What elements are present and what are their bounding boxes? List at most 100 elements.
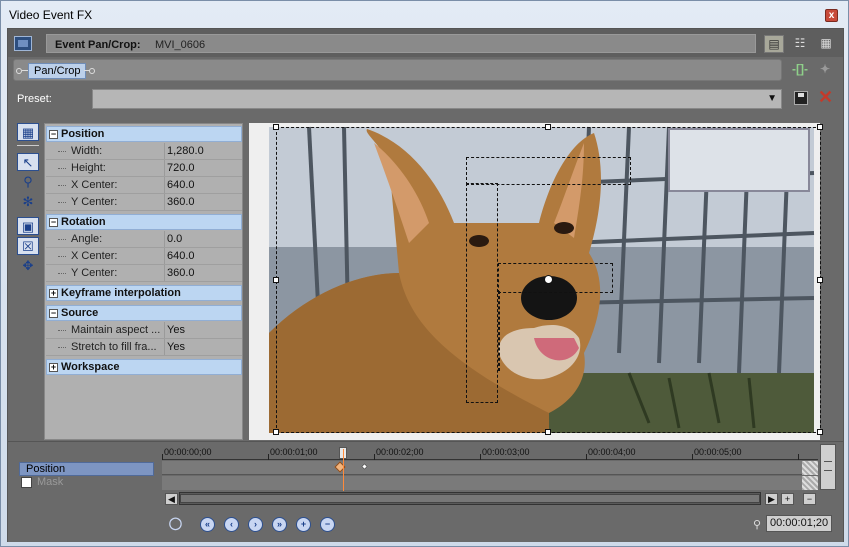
property-row: Width: 1,280.0 (46, 143, 242, 160)
view-tiles-button[interactable]: ▦ (816, 35, 836, 53)
resize-handle-bottom-right[interactable] (817, 429, 823, 435)
workspace-category[interactable]: + Workspace (46, 359, 242, 375)
expand-icon[interactable]: + (49, 363, 58, 372)
view-list-button[interactable]: ☷ (790, 35, 810, 53)
x-center-value[interactable]: 640.0 (164, 177, 242, 193)
property-row: Y Center: 360.0 (46, 194, 242, 211)
sync-cursor-icon[interactable]: ⚲ (753, 518, 761, 531)
plugin-chain-icon[interactable]: -[]- (791, 62, 809, 76)
property-name: Angle: (71, 233, 103, 245)
vertical-zoom-scrollbar[interactable] (820, 444, 836, 490)
width-value[interactable]: 1,280.0 (164, 143, 242, 159)
chain-end-dot (89, 68, 95, 74)
property-grid: − Position Width: 1,280.0 Height: 720.0 X … (44, 123, 243, 440)
keyframe-marker[interactable] (360, 462, 369, 471)
move-freely-icon[interactable]: ▣ (17, 217, 39, 235)
property-row: Angle: 0.0 (46, 231, 242, 248)
height-value[interactable]: 720.0 (164, 160, 242, 176)
delete-preset-icon[interactable]: ✕ (818, 87, 833, 108)
ruler-tick (374, 454, 375, 460)
snap-tool-icon[interactable]: ✻ (17, 193, 39, 211)
dropdown-arrow-icon[interactable]: ▼ (767, 93, 777, 104)
last-keyframe-button[interactable]: » (272, 517, 287, 532)
zoom-tool-icon[interactable]: ⚲ (17, 173, 39, 191)
category-label: Keyframe interpolation (61, 287, 181, 299)
resize-handle-top[interactable] (545, 124, 551, 130)
add-keyframe-button[interactable]: + (296, 517, 311, 532)
preview-workspace[interactable] (249, 123, 823, 440)
resize-handle-right[interactable] (817, 277, 823, 283)
scroll-right-button[interactable]: ▶ (765, 493, 778, 505)
property-name: Stretch to fill fra... (71, 341, 157, 353)
source-category[interactable]: − Source (46, 305, 242, 321)
center-point-handle[interactable] (544, 275, 553, 284)
property-name: Maintain aspect ... (71, 324, 161, 336)
video-fx-icon[interactable] (14, 36, 32, 51)
event-name: MVI_0606 (155, 39, 206, 51)
ruler-label: 00:00:04;00 (588, 447, 636, 457)
pan-crop-plugin-button[interactable]: Pan/Crop (28, 63, 87, 79)
rotation-y-center-value[interactable]: 360.0 (164, 265, 242, 281)
property-name: X Center: (71, 250, 118, 262)
rotation-x-center-value[interactable]: 640.0 (164, 248, 242, 264)
keyframe-interpolation-category[interactable]: + Keyframe interpolation (46, 285, 242, 301)
plugin-remove-icon[interactable]: ✦ (816, 62, 834, 76)
resize-handle-bottom-left[interactable] (273, 429, 279, 435)
property-row: Y Center: 360.0 (46, 265, 242, 282)
expand-icon[interactable]: + (49, 289, 58, 298)
path-indicator (498, 291, 500, 371)
zoom-out-button[interactable]: − (803, 493, 816, 505)
collapse-icon[interactable]: − (49, 309, 58, 318)
next-keyframe-button[interactable]: › (248, 517, 263, 532)
tree-line (58, 185, 66, 186)
lock-aspect-icon[interactable]: ☒ (17, 237, 39, 255)
path-indicator (498, 263, 613, 293)
scroll-thumb[interactable] (180, 494, 760, 503)
tree-line (58, 202, 66, 203)
prev-keyframe-button[interactable]: ‹ (224, 517, 239, 532)
fx-chain-row: Pan/Crop -[]- ✦ (8, 59, 843, 83)
tree-line (58, 347, 66, 348)
resize-handle-left[interactable] (273, 277, 279, 283)
mask-checkbox[interactable] (21, 477, 32, 488)
position-category[interactable]: − Position (46, 126, 242, 142)
zoom-in-button[interactable]: + (781, 493, 794, 505)
property-row: Maintain aspect ... Yes (46, 322, 242, 339)
position-keyframe-lane[interactable] (162, 461, 818, 475)
ruler-label: 00:00:02;00 (376, 447, 424, 457)
path-indicator (466, 157, 631, 185)
maintain-aspect-value[interactable]: Yes (164, 322, 242, 338)
mask-keyframe-lane[interactable] (162, 476, 818, 490)
y-center-value[interactable]: 360.0 (164, 194, 242, 210)
move-axis-icon[interactable]: ✥ (17, 257, 39, 275)
delete-keyframe-button[interactable]: − (320, 517, 335, 532)
show-properties-icon[interactable]: ▦ (17, 123, 39, 141)
stretch-to-fill-value[interactable]: Yes (164, 339, 242, 355)
ruler-label: 00:00:03;00 (482, 447, 530, 457)
lock-envelopes-icon[interactable]: ◯ (168, 517, 183, 532)
first-keyframe-button[interactable]: « (200, 517, 215, 532)
cursor-time-display[interactable]: 00:00:01;20 (766, 515, 832, 532)
preset-label: Preset: (17, 93, 52, 105)
property-row: Height: 720.0 (46, 160, 242, 177)
track-label-mask[interactable]: Mask (19, 476, 154, 490)
timeline-ruler[interactable]: 00:00:00;00 00:00:01;00 00:00:02;00 00:0… (162, 444, 818, 460)
scroll-left-button[interactable]: ◀ (165, 493, 178, 505)
collapse-icon[interactable]: − (49, 218, 58, 227)
normal-edit-tool-icon[interactable]: ↖ (17, 153, 39, 171)
timeline-scrollbar[interactable] (179, 492, 761, 505)
track-label-position[interactable]: Position (19, 462, 154, 476)
preset-dropdown[interactable]: ▼ (92, 89, 782, 109)
rotation-category[interactable]: − Rotation (46, 214, 242, 230)
save-preset-icon[interactable] (794, 91, 808, 105)
resize-handle-top-left[interactable] (273, 124, 279, 130)
view-single-button[interactable]: ▤ (764, 35, 784, 53)
collapse-icon[interactable]: − (49, 130, 58, 139)
close-button[interactable]: x (825, 9, 838, 22)
property-row: X Center: 640.0 (46, 177, 242, 194)
resize-handle-bottom[interactable] (545, 429, 551, 435)
tree-line (58, 168, 66, 169)
category-label: Position (61, 128, 105, 140)
resize-handle-top-right[interactable] (817, 124, 823, 130)
angle-value[interactable]: 0.0 (164, 231, 242, 247)
